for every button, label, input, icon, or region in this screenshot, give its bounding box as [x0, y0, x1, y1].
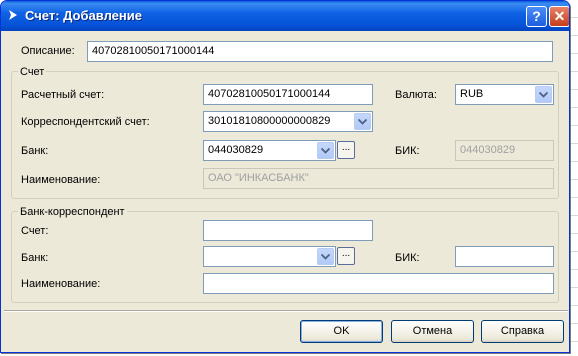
correspondent-account-select[interactable]: 30101810800000000829: [203, 111, 373, 132]
corr-bank-group-title: Банк-корреспондент: [18, 205, 127, 219]
background-window-strip: [570, 0, 578, 356]
close-button[interactable]: ✕: [549, 6, 569, 27]
currency-dropdown-button[interactable]: [535, 86, 552, 103]
dialog-window: Счет: Добавление ? ✕ Описание: 407028100…: [0, 0, 570, 353]
bank-value: 044030829: [208, 144, 264, 156]
corr-bank-dropdown-button[interactable]: [317, 248, 334, 265]
corr-bik-label: БИК:: [395, 252, 420, 264]
help-title-button[interactable]: ?: [526, 6, 547, 27]
corr-bank-name-input[interactable]: [203, 273, 554, 294]
settlement-account-label: Расчетный счет:: [21, 89, 105, 101]
description-label: Описание:: [21, 45, 75, 57]
currency-label: Валюта:: [395, 89, 437, 101]
chevron-down-icon: [321, 148, 330, 154]
corr-bank-name-label: Наименование:: [21, 278, 101, 290]
close-icon: ✕: [553, 8, 566, 24]
bank-label: Банк:: [21, 145, 49, 157]
chevron-down-icon: [358, 119, 367, 125]
currency-value: RUB: [460, 88, 484, 100]
bik-label: БИК:: [395, 145, 420, 157]
bank-browse-button[interactable]: ...: [337, 141, 355, 159]
button-separator: [4, 310, 568, 312]
help-button[interactable]: Справка: [481, 320, 564, 343]
cancel-button[interactable]: Отмена: [391, 320, 474, 343]
settlement-account-input[interactable]: 40702810050171000144: [203, 84, 373, 105]
window-icon: [7, 9, 21, 23]
corr-account-label: Счет:: [21, 225, 49, 237]
bik-field: 044030829: [455, 140, 554, 161]
help-icon: ?: [532, 8, 541, 24]
bank-name-label: Наименование:: [21, 174, 101, 186]
correspondent-dropdown-button[interactable]: [354, 113, 371, 130]
description-input[interactable]: 40702810050171000144: [87, 41, 553, 62]
corr-bik-input[interactable]: [455, 246, 554, 267]
corr-account-input[interactable]: [203, 220, 373, 241]
corr-bank-browse-button[interactable]: ...: [337, 247, 355, 265]
correspondent-account-label: Корреспондентский счет:: [21, 116, 150, 128]
title-bar[interactable]: Счет: Добавление ? ✕: [1, 1, 569, 31]
dialog-body: Описание: 40702810050171000144 Счет Расч…: [4, 31, 568, 352]
window-title: Счет: Добавление: [25, 8, 142, 23]
chevron-down-icon: [539, 92, 548, 98]
bank-name-field: ОАО "ИНКАСБАНК": [203, 168, 554, 189]
corr-bank-label: Банк:: [21, 252, 49, 264]
ok-button[interactable]: OK: [300, 320, 383, 343]
account-group-title: Счет: [18, 65, 47, 79]
bank-dropdown-button[interactable]: [317, 142, 334, 159]
correspondent-account-value: 30101810800000000829: [208, 115, 331, 127]
chevron-down-icon: [321, 254, 330, 260]
